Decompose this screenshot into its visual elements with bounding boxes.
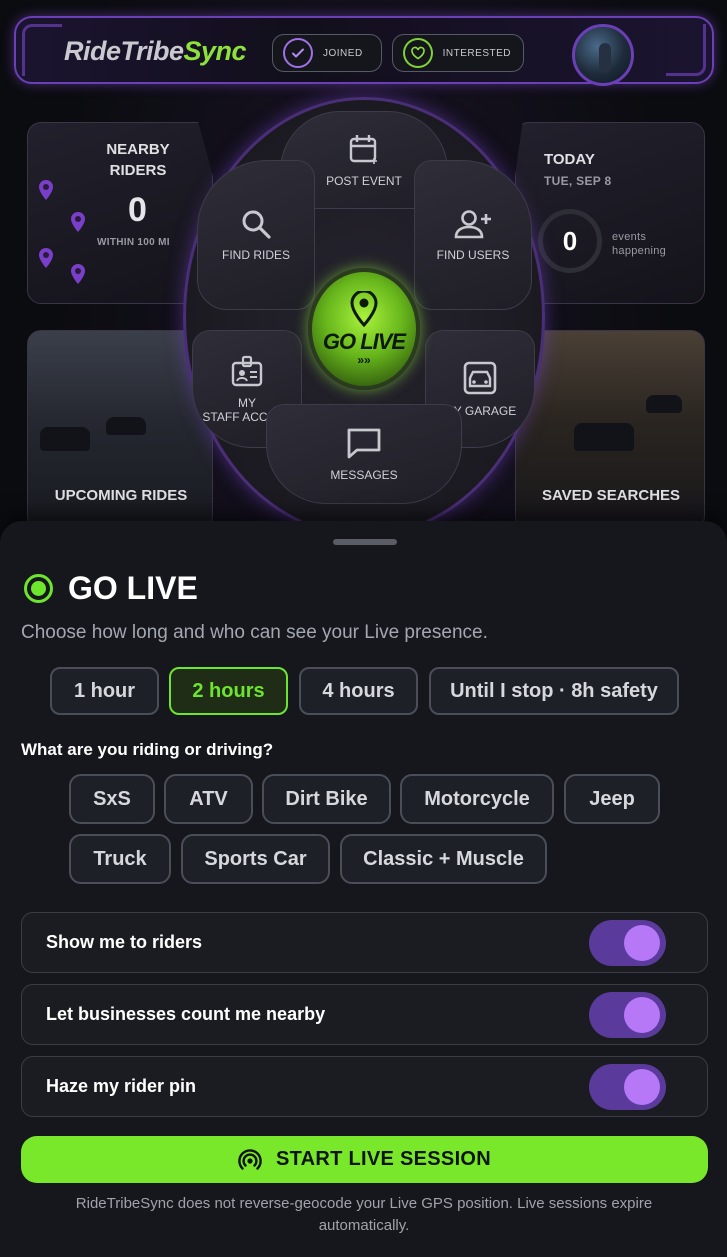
- interested-filter-button[interactable]: INTERESTED: [392, 34, 524, 72]
- business-count-toggle[interactable]: [589, 992, 666, 1038]
- events-count-ring: 0: [538, 209, 602, 273]
- live-indicator-icon: [24, 574, 53, 603]
- upcoming-rides-card[interactable]: UPCOMING RIDES: [27, 330, 213, 530]
- haze-pin-toggle[interactable]: [589, 1064, 666, 1110]
- garage-icon: [463, 361, 497, 395]
- duration-chip-1-hour[interactable]: 1 hour: [50, 667, 159, 715]
- events-caption-line1: events: [612, 231, 647, 243]
- interested-label: INTERESTED: [442, 47, 511, 59]
- header-decoration-right: [666, 24, 706, 76]
- upcoming-rides-label: UPCOMING RIDES: [54, 487, 188, 504]
- duration-chip-2-hours[interactable]: 2 hours: [169, 667, 288, 715]
- search-icon: [242, 210, 271, 239]
- find-rides-label: FIND RIDES: [221, 248, 290, 262]
- vehicle-prompt: What are you riding or driving?: [21, 740, 274, 759]
- nearby-radius: WITHIN 100 MI: [97, 237, 170, 248]
- sheet-title: GO LIVE: [68, 570, 198, 606]
- nearby-riders-count: 0: [128, 191, 147, 229]
- vehicle-chip-sports-car[interactable]: Sports Car: [181, 834, 330, 884]
- go-live-text: GO LIVE: [322, 329, 406, 354]
- message-icon: [347, 428, 381, 459]
- duration-chip-4-hours[interactable]: 4 hours: [299, 667, 418, 715]
- saved-searches-card[interactable]: SAVED SEARCHES: [515, 330, 705, 530]
- events-caption: events happening: [612, 230, 666, 258]
- add-user-icon: [454, 210, 491, 239]
- brand-name-part2: Sync: [183, 36, 247, 66]
- go-live-sheet: GO LIVE Choose how long and who can see …: [0, 521, 727, 1257]
- find-users-label: FIND USERS: [436, 248, 510, 262]
- messages-button[interactable]: MESSAGES: [266, 404, 462, 504]
- sheet-drag-handle[interactable]: [333, 539, 397, 545]
- today-title: TODAY: [544, 151, 595, 168]
- vehicle-chip-jeep[interactable]: Jeep: [564, 774, 660, 824]
- map-pin-icon: [71, 212, 85, 232]
- brand-name-part1: RideTribe: [64, 36, 184, 66]
- header-decoration-left: [22, 24, 62, 76]
- vehicle-chip-motorcycle[interactable]: Motorcycle: [400, 774, 554, 824]
- duration-chip-until-stop[interactable]: Until I stop · 8h safety: [429, 667, 679, 715]
- vehicle-chip-sxs[interactable]: SxS: [69, 774, 155, 824]
- go-live-button[interactable]: GO LIVE »»: [308, 268, 420, 390]
- map-pin-icon: [39, 248, 53, 268]
- vehicle-chip-classic-muscle[interactable]: Classic + Muscle: [340, 834, 547, 884]
- nearby-title-line2: RIDERS: [109, 162, 167, 179]
- saved-searches-label: SAVED SEARCHES: [541, 487, 681, 504]
- start-live-session-label: START LIVE SESSION: [275, 1148, 492, 1170]
- vehicle-chip-atv[interactable]: ATV: [164, 774, 253, 824]
- map-pin-icon: [39, 180, 53, 200]
- map-pin-icon: [71, 264, 85, 284]
- today-date: TUE, SEP 8: [544, 174, 612, 188]
- toggle-row-show-me: Show me to riders: [21, 912, 708, 973]
- vehicle-image: [106, 417, 146, 435]
- privacy-footnote: RideTribeSync does not reverse-geocode y…: [75, 1195, 653, 1234]
- id-badge-icon: [231, 355, 263, 387]
- location-pin-icon: [350, 291, 378, 327]
- chevrons-right-icon: »»: [357, 353, 371, 367]
- sheet-subtitle: Choose how long and who can see your Liv…: [21, 622, 488, 643]
- toggle-label: Haze my rider pin: [46, 1076, 197, 1096]
- top-header: RideTribeSync JOINED INTERESTED: [14, 16, 714, 86]
- events-caption-line2: happening: [612, 245, 667, 257]
- events-count: 0: [562, 225, 578, 256]
- nearby-title-line1: NEARBY: [106, 141, 170, 158]
- post-event-label: POST EVENT: [326, 174, 402, 188]
- messages-label: MESSAGES: [330, 468, 398, 482]
- start-live-session-button[interactable]: START LIVE SESSION: [21, 1136, 708, 1183]
- vehicle-image: [574, 423, 634, 451]
- check-icon: [283, 38, 313, 68]
- brand-logo: RideTribeSync: [64, 36, 247, 67]
- nearby-riders-title: NEARBY RIDERS: [98, 139, 178, 181]
- joined-label: JOINED: [323, 47, 363, 59]
- toggle-row-haze-pin: Haze my rider pin: [21, 1056, 708, 1117]
- vehicle-image: [40, 427, 90, 451]
- vehicle-image: [646, 395, 682, 413]
- toggle-label: Let businesses count me nearby: [46, 1004, 326, 1024]
- vehicle-chip-dirt-bike[interactable]: Dirt Bike: [262, 774, 391, 824]
- today-card[interactable]: TODAY TUE, SEP 8 0 events happening: [515, 122, 705, 304]
- heart-icon: [403, 38, 433, 68]
- find-users-button[interactable]: FIND USERS: [414, 160, 532, 310]
- toggle-label: Show me to riders: [46, 932, 203, 952]
- calendar-add-icon: [349, 135, 377, 164]
- broadcast-icon: [238, 1148, 262, 1170]
- find-rides-button[interactable]: FIND RIDES: [197, 160, 315, 310]
- joined-filter-button[interactable]: JOINED: [272, 34, 382, 72]
- profile-avatar[interactable]: [572, 24, 634, 86]
- toggle-row-business-count: Let businesses count me nearby: [21, 984, 708, 1045]
- vehicle-chip-truck[interactable]: Truck: [69, 834, 171, 884]
- app-screen: RideTribeSync JOINED INTERESTED NEARBY R…: [0, 0, 727, 1257]
- show-me-toggle[interactable]: [589, 920, 666, 966]
